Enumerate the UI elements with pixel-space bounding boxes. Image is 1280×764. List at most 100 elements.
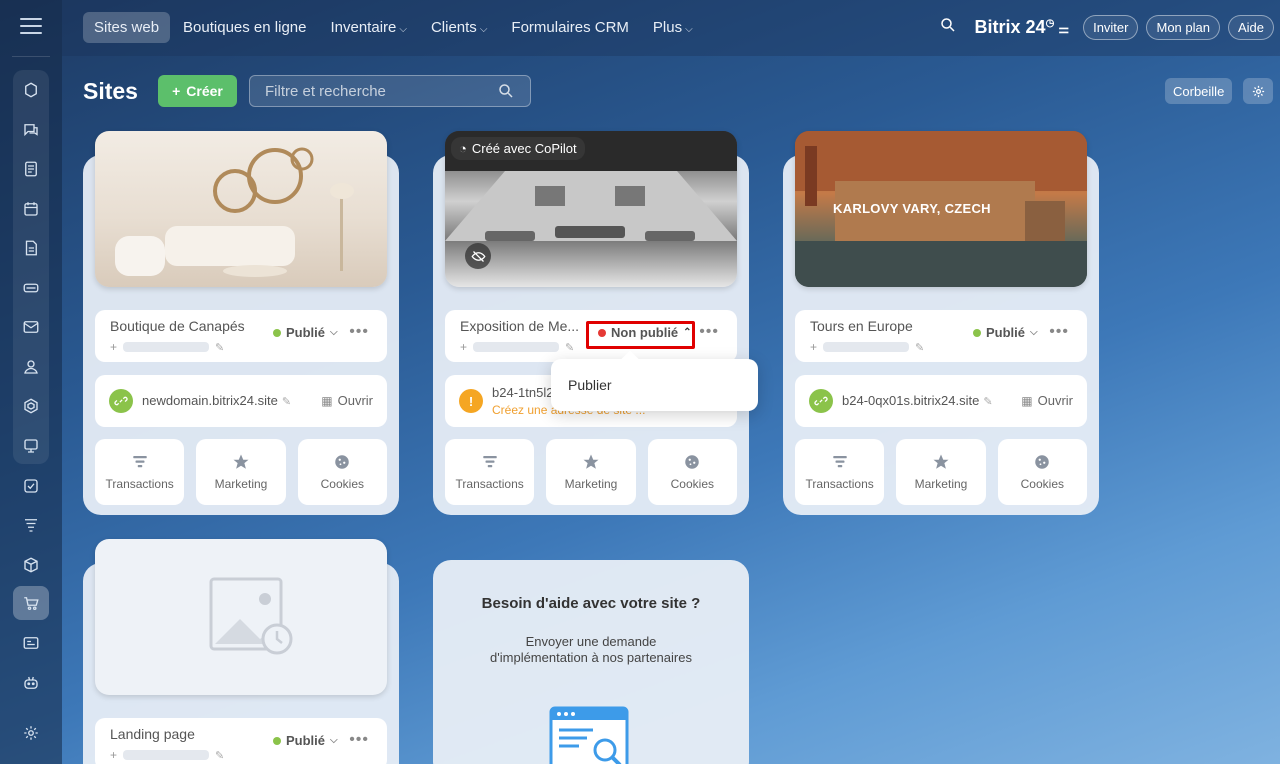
site-thumbnail[interactable] — [95, 539, 387, 695]
mail-icon[interactable] — [13, 310, 49, 344]
tasks-icon[interactable] — [13, 469, 49, 503]
my-plan-button[interactable]: Mon plan — [1146, 15, 1220, 40]
open-button[interactable]: ▦ Ouvrir — [1021, 393, 1073, 408]
board-icon[interactable] — [13, 429, 49, 463]
status-dot — [973, 328, 981, 337]
cookies-button[interactable]: Cookies — [297, 439, 387, 505]
more-icon[interactable]: ••• — [349, 323, 369, 341]
site-name[interactable]: Exposition de Me... — [460, 318, 579, 334]
qr-icon: ▦ — [321, 393, 333, 408]
open-label: Ouvrir — [1037, 393, 1073, 408]
domain-row: newdomain.bitrix24.site ✎ ▦ Ouvrir — [95, 375, 387, 427]
chevron-down-icon: ⌵ — [685, 24, 693, 35]
open-button[interactable]: ▦ Ouvrir — [321, 393, 373, 408]
crm-funnel-icon[interactable] — [13, 508, 49, 542]
domain-text[interactable]: newdomain.bitrix24.site ✎ — [142, 393, 291, 408]
warning-icon: ! — [459, 389, 483, 413]
contacts-icon[interactable] — [13, 350, 49, 384]
more-icon[interactable]: ••• — [349, 731, 369, 749]
nav-sites-web[interactable]: Sites web — [83, 12, 171, 43]
open-label: Ouvrir — [337, 393, 373, 408]
pencil-icon[interactable]: ✎ — [565, 341, 574, 354]
shop-cart-icon[interactable] — [13, 586, 49, 620]
funnel-icon — [832, 456, 847, 468]
domain-row: b24-0qx01s.bitrix24.site ✎ ▦ Ouvrir — [795, 375, 1087, 427]
drive-icon[interactable] — [13, 271, 49, 305]
search-input[interactable] — [265, 82, 495, 100]
sites-icon[interactable] — [13, 626, 49, 660]
publish-menu-item[interactable]: Publier — [568, 377, 612, 393]
site-name[interactable]: Tours en Europe — [810, 318, 913, 334]
settings-icon[interactable] — [13, 716, 49, 750]
top-right-controls: Bitrix 24◷ ⚌ Inviter Mon plan Aide — [939, 15, 1274, 40]
invite-button[interactable]: Inviter — [1083, 15, 1139, 40]
chat-icon[interactable] — [13, 113, 49, 147]
marketing-button[interactable]: Marketing — [546, 439, 636, 505]
domain-text[interactable]: b24-1tn5l2 — [492, 385, 553, 400]
site-thumbnail[interactable] — [95, 131, 387, 287]
top-bar: Sites web Boutiques en ligne Inventaire ⌵… — [62, 0, 1280, 56]
cookies-button[interactable]: Cookies — [647, 439, 737, 505]
nav-more[interactable]: Plus ⌵ — [642, 12, 704, 43]
search-icon[interactable] — [939, 16, 957, 39]
status-badge[interactable]: Publié ⌵ — [973, 325, 1038, 340]
cookie-icon — [1035, 455, 1050, 469]
nav-label: Boutiques en ligne — [183, 19, 307, 36]
help-description[interactable]: Envoyer une demande d'implémentation à n… — [433, 634, 749, 666]
create-button[interactable]: + Créer — [158, 75, 237, 107]
pencil-icon[interactable]: ✎ — [915, 341, 924, 354]
filter-search[interactable] — [249, 75, 531, 107]
domain-text[interactable]: b24-0qx01s.bitrix24.site ✎ — [842, 393, 993, 408]
help-button[interactable]: Aide — [1227, 15, 1274, 40]
blurred-text — [123, 750, 210, 760]
transactions-button[interactable]: Transactions — [795, 439, 885, 505]
action-label: Transactions — [105, 477, 174, 491]
gear-icon[interactable] — [1243, 78, 1273, 104]
document-icon[interactable] — [13, 231, 49, 265]
site-thumbnail[interactable]: ◔ Créé avec CoPilot — [445, 131, 737, 287]
inventory-box-icon[interactable] — [13, 548, 49, 582]
nav-inventory[interactable]: Inventaire ⌵ — [319, 12, 417, 43]
brand-logo[interactable]: Bitrix 24◷ ⚌ — [975, 17, 1070, 38]
automation-icon[interactable] — [13, 389, 49, 423]
cookie-icon — [335, 455, 350, 469]
status-badge[interactable]: Publié ⌵ — [273, 733, 338, 748]
plus-icon: + — [172, 83, 181, 99]
site-thumbnail[interactable]: KARLOVY VARY, CZECH — [795, 131, 1087, 287]
marketing-button[interactable]: Marketing — [896, 439, 986, 505]
menu-icon[interactable] — [20, 18, 42, 36]
plus-icon: + — [110, 340, 118, 354]
sliders-icon: ⚌ — [1058, 22, 1070, 36]
transactions-button[interactable]: Transactions — [95, 439, 185, 505]
status-badge[interactable]: Publié ⌵ — [273, 325, 338, 340]
copilot-icon: ◔ — [459, 141, 467, 156]
brand-text: Bitrix 24 — [974, 17, 1046, 37]
robot-icon[interactable] — [13, 666, 49, 700]
feed-icon[interactable] — [13, 152, 49, 186]
site-card: Boutique de Canapés + ✎ Publié ⌵ ••• newdo… — [83, 131, 399, 515]
nav-online-stores[interactable]: Boutiques en ligne — [172, 12, 317, 43]
site-name[interactable]: Landing page — [110, 726, 195, 742]
calendar-icon[interactable] — [13, 192, 49, 226]
blurred-text — [823, 342, 910, 352]
chevron-down-icon: ⌵ — [479, 24, 488, 35]
trash-button[interactable]: Corbeille — [1165, 78, 1233, 104]
pencil-icon[interactable]: ✎ — [215, 749, 224, 762]
marketing-button[interactable]: Marketing — [196, 439, 286, 505]
site-name[interactable]: Boutique de Canapés — [110, 318, 245, 334]
recent-icon[interactable] — [13, 73, 49, 107]
site-meta: + ✎ — [460, 340, 574, 354]
transactions-button[interactable]: Transactions — [445, 439, 535, 505]
cookies-button[interactable]: Cookies — [997, 439, 1087, 505]
action-label: Cookies — [670, 477, 714, 491]
more-icon[interactable]: ••• — [699, 323, 719, 341]
more-icon[interactable]: ••• — [1049, 323, 1069, 341]
site-name-row: Landing page + ✎ Publié ⌵ ••• — [95, 718, 387, 764]
pencil-icon[interactable]: ✎ — [215, 341, 224, 354]
clock-icon: ◷ — [1045, 18, 1055, 29]
action-label: Cookies — [320, 477, 364, 491]
nav-clients[interactable]: Clients ⌵ — [420, 12, 498, 43]
nav-crm-forms[interactable]: Formulaires CRM — [500, 12, 640, 43]
pencil-icon[interactable]: ✎ — [983, 396, 992, 408]
pencil-icon[interactable]: ✎ — [282, 396, 291, 408]
